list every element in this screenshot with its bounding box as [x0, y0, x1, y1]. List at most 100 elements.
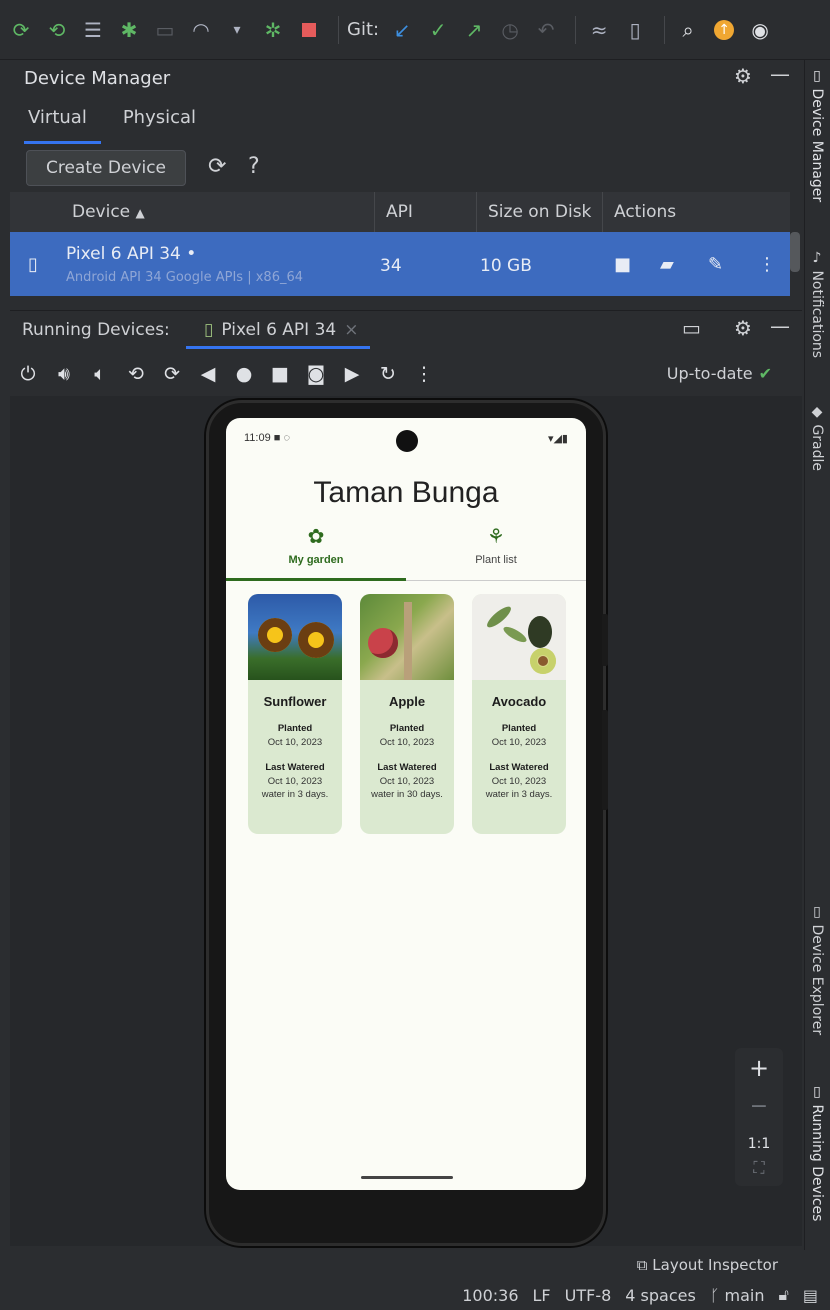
device-name: Pixel 6 API 34 •	[66, 244, 197, 264]
main-toolbar: ⟳ ⟲ ☰ ✱ ▭ ◠ ▾ ✲ Git: ↙ ✓ ↗ ◷ ↶ ≈ ▯ ⌕ ↑ ◉	[0, 0, 830, 60]
volume-down-icon[interactable]: 🔈︎	[82, 356, 118, 392]
git-history-icon[interactable]: ◷	[495, 15, 525, 45]
sidebar-tab-device-manager[interactable]: ▯ Device Manager	[809, 68, 825, 202]
edit-pencil-icon[interactable]: ✎	[708, 254, 723, 275]
emulator-toolbar: ⏻ 🔊︎ 🔈︎ ⟲ ⟳ ◀ ● ■ ◙ ▶ ↻ ⋮ Up-to-date ✔	[10, 352, 802, 396]
layout-inspector-button[interactable]: ⧉ Layout Inspector	[637, 1256, 778, 1274]
camera-icon[interactable]: ◙	[298, 356, 334, 392]
file-encoding[interactable]: UTF-8	[565, 1286, 612, 1305]
last-watered-date: Oct 10, 2023	[491, 776, 547, 787]
indent-setting[interactable]: 4 spaces	[625, 1286, 696, 1305]
account-icon[interactable]: ◉	[745, 15, 775, 45]
gesture-nav-handle[interactable]	[361, 1176, 453, 1179]
tab-pixel-6[interactable]: ▯ Pixel 6 API 34 ×	[186, 311, 371, 349]
help-icon[interactable]: ?	[248, 154, 260, 179]
open-folder-icon[interactable]: ▰	[660, 254, 674, 275]
column-api[interactable]: API	[386, 202, 413, 222]
rotate-left-icon[interactable]: ⟲	[118, 356, 154, 392]
more-icon[interactable]: ⋮	[406, 356, 442, 392]
back-icon[interactable]: ◀	[190, 356, 226, 392]
profiler-icon[interactable]: ◠	[186, 15, 216, 45]
attach-process-icon[interactable]: ✲	[258, 15, 288, 45]
snapshot-icon[interactable]: ↻	[370, 356, 406, 392]
minimize-icon[interactable]: —	[770, 314, 790, 338]
planted-label: Planted	[389, 723, 425, 734]
search-icon[interactable]: ⌕	[673, 15, 703, 45]
phone-device-icon: ▯	[28, 254, 38, 275]
bell-icon: ♪	[809, 250, 825, 271]
device-manager-icon[interactable]: ▯	[620, 15, 650, 45]
volume-up-icon[interactable]: 🔊︎	[46, 356, 82, 392]
apply-changes-icon[interactable]: ⟳	[6, 15, 36, 45]
power-icon[interactable]: ⏻	[10, 356, 46, 392]
git-update-icon[interactable]: ↙	[387, 15, 417, 45]
plant-card[interactable]: Avocado Planted Oct 10, 2023 Last Watere…	[472, 594, 566, 834]
table-scrollbar[interactable]	[790, 232, 800, 272]
overview-icon[interactable]: ■	[262, 356, 298, 392]
last-watered-date: Oct 10, 2023	[267, 776, 323, 787]
stop-icon[interactable]	[294, 15, 324, 45]
tab-plant-list[interactable]: ⚘ Plant list	[406, 524, 586, 582]
git-commit-icon[interactable]: ✓	[423, 15, 453, 45]
settings-gear-icon[interactable]: ⚙	[734, 316, 752, 340]
sprout-icon: ⚘	[487, 526, 505, 548]
minimize-icon[interactable]: —	[770, 62, 790, 86]
git-rollback-icon[interactable]: ↶	[531, 15, 561, 45]
sort-ascending-icon: ▲	[135, 206, 145, 220]
apple-image	[360, 594, 454, 680]
sidebar-tab-device-explorer[interactable]: ▯ Device Explorer	[809, 904, 825, 1035]
create-device-button[interactable]: Create Device	[26, 150, 186, 186]
device-explorer-icon: ▯	[809, 904, 825, 925]
app-title: Taman Bunga	[313, 476, 499, 509]
git-branch[interactable]: ᚴ main	[710, 1286, 765, 1305]
check-icon: ✔	[758, 364, 772, 383]
attach-debugger-icon[interactable]: ▭	[150, 15, 180, 45]
screenrecord-icon[interactable]: ▶	[334, 356, 370, 392]
tab-virtual[interactable]: Virtual	[10, 96, 105, 146]
zoom-actual-size-button[interactable]: 1:1	[735, 1136, 783, 1152]
planted-label: Planted	[277, 723, 313, 734]
running-device-tab-label: Pixel 6 API 34	[221, 320, 337, 340]
water-interval: water in 30 days.	[371, 789, 443, 800]
close-icon[interactable]: ×	[344, 320, 358, 340]
caret-position[interactable]: 100:36	[462, 1286, 518, 1305]
sidebar-tab-gradle[interactable]: ◆ Gradle	[809, 404, 825, 471]
zoom-in-button[interactable]: +	[735, 1054, 783, 1082]
plant-card[interactable]: Sunflower Planted Oct 10, 2023 Last Wate…	[248, 594, 342, 834]
more-options-icon[interactable]: ⋮	[758, 254, 776, 275]
rotate-right-icon[interactable]: ⟳	[154, 356, 190, 392]
phone-screen[interactable]: 11:09 ■ ◌ ▾◢▮ Taman Bunga ✿ My garden ⚘ …	[226, 418, 586, 1190]
sidebar-tab-running-devices[interactable]: ▯ Running Devices	[809, 1084, 825, 1221]
update-icon[interactable]: ↑	[709, 15, 739, 45]
tab-my-garden[interactable]: ✿ My garden	[226, 524, 406, 582]
water-interval: water in 3 days.	[261, 789, 329, 800]
planted-date: Oct 10, 2023	[379, 737, 435, 748]
sidebar-tab-notifications[interactable]: ♪ Notifications	[809, 250, 825, 358]
device-type-tabs: Virtual Physical	[10, 96, 214, 146]
stop-device-icon[interactable]: ■	[614, 254, 631, 275]
refresh-icon[interactable]: ⟳	[208, 154, 226, 179]
window-icon[interactable]: ▭	[682, 316, 701, 340]
settings-gear-icon[interactable]: ⚙	[734, 64, 752, 88]
apply-code-changes-icon[interactable]: ⟲	[42, 15, 72, 45]
lock-icon[interactable]: 🔓︎	[779, 1285, 789, 1305]
status-bar: 100:36 LF UTF-8 4 spaces ᚴ main 🔓︎ ▤	[0, 1280, 830, 1310]
tab-label: Plant list	[475, 554, 517, 566]
logcat-icon[interactable]: ☰	[78, 15, 108, 45]
column-size[interactable]: Size on Disk	[488, 202, 591, 222]
line-ending[interactable]: LF	[533, 1286, 551, 1305]
home-icon[interactable]: ●	[226, 356, 262, 392]
debug-icon[interactable]: ✱	[114, 15, 144, 45]
zoom-out-button[interactable]: −	[735, 1094, 783, 1119]
plant-card[interactable]: Apple Planted Oct 10, 2023 Last Watered …	[360, 594, 454, 834]
run-dropdown-icon[interactable]: ▾	[222, 15, 252, 45]
layout-inspector-icon: ⧉	[636, 1256, 653, 1274]
git-push-icon[interactable]: ↗	[459, 15, 489, 45]
right-tool-sidebar: ▯ Device Manager ♪ Notifications ◆ Gradl…	[804, 60, 830, 1250]
fit-screen-icon[interactable]: ⛶	[735, 1158, 783, 1178]
column-device[interactable]: Device ▲	[72, 202, 145, 222]
device-row[interactable]: ▯ Pixel 6 API 34 • Android API 34 Google…	[10, 232, 790, 296]
tab-physical[interactable]: Physical	[105, 96, 214, 146]
memory-indicator-icon[interactable]: ▤	[803, 1286, 818, 1305]
device-mirror-icon[interactable]: ≈	[584, 15, 614, 45]
